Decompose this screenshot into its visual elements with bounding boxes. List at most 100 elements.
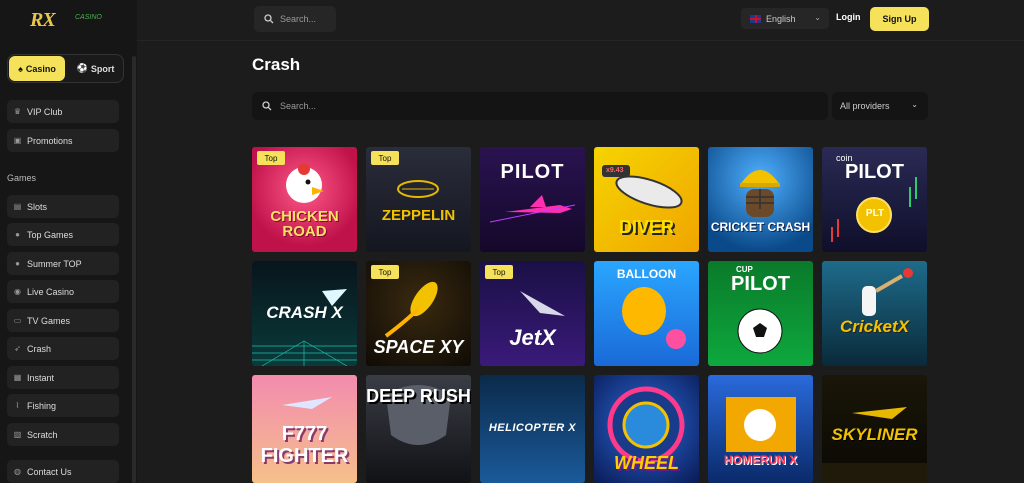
game-tile-cup-pilot[interactable]: CUP PILOT	[708, 261, 813, 366]
game-tile-cricketx[interactable]: CricketX	[822, 261, 927, 366]
nav-item-promotions[interactable]: ▣ Promotions	[7, 129, 119, 152]
game-title: PILOT	[500, 161, 565, 183]
top-badge: Top	[257, 151, 285, 165]
game-tile-crash-x[interactable]: CRASH X	[252, 261, 357, 366]
game-title: SPACE XY	[373, 337, 464, 357]
nav-item-crash[interactable]: ➶ Crash	[7, 337, 119, 360]
language-label: English	[766, 13, 796, 24]
game-tile-zeppelin[interactable]: ZEPPELIN Top	[366, 147, 471, 252]
sidebar-scrollbar[interactable]	[132, 56, 136, 483]
nav-item-label: VIP Club	[27, 106, 63, 117]
nav-item-label: Crash	[27, 343, 52, 354]
spade-icon: ♠	[18, 63, 23, 74]
nav-item-slots[interactable]: ▤ Slots	[7, 195, 119, 218]
game-tile-wheel[interactable]: WHEEL	[594, 375, 699, 483]
fish-icon: ⌇	[15, 401, 20, 410]
game-title: SKYLINER	[831, 425, 918, 444]
coin-label: PLT	[865, 208, 885, 219]
game-title: WHEEL	[614, 453, 679, 473]
game-title: F777 FIGHTER	[260, 423, 349, 467]
cricketer-art	[740, 170, 780, 217]
game-title: ZEPPELIN	[381, 207, 456, 224]
chevron-down-icon: ⌄	[911, 100, 918, 109]
game-title: HOMERUN X	[723, 453, 798, 467]
logo-text: RX	[30, 9, 56, 31]
game-title: CRASH X	[266, 303, 343, 322]
game-title: DIVER	[618, 217, 674, 237]
nav-item-label: Top Games	[27, 229, 74, 240]
game-title: CHICKEN ROAD	[270, 208, 339, 240]
casino-tab[interactable]: ♠ Casino	[9, 56, 65, 81]
nav-item-label: Summer TOP	[27, 258, 82, 269]
header-search-input[interactable]: Search...	[254, 6, 336, 32]
top-badge: Top	[371, 265, 399, 279]
language-selector[interactable]: English ⌄	[741, 8, 829, 29]
game-title: PILOT	[845, 161, 904, 183]
logo-subtitle: CASINO	[75, 14, 102, 21]
game-tile-space-xy[interactable]: SPACE XY Top	[366, 261, 471, 366]
game-tile-chicken-road[interactable]: CHICKEN ROAD Top	[252, 147, 357, 252]
nav-item-vip-club[interactable]: ♛ VIP Club	[7, 100, 119, 123]
nav-item-fishing[interactable]: ⌇ Fishing	[7, 394, 119, 417]
nav-item-label: Promotions	[27, 135, 73, 146]
nav-item-top-games[interactable]: ● Top Games	[7, 223, 119, 246]
game-tile-f777-fighter[interactable]: F777 FIGHTER	[252, 375, 357, 483]
header-divider	[137, 40, 1024, 41]
game-title: PILOT	[731, 273, 790, 295]
game-search-input[interactable]: Search...	[252, 92, 828, 120]
nav-item-summer-top[interactable]: ● Summer TOP	[7, 252, 119, 275]
nav-item-label: Slots	[27, 201, 48, 212]
ball-icon: ⚽	[76, 63, 88, 73]
casino-tab-label: Casino	[25, 63, 56, 74]
star-icon: ●	[15, 230, 20, 239]
live-icon: ◉	[14, 287, 21, 296]
game-tile-pilot[interactable]: PILOT	[480, 147, 585, 252]
game-search-placeholder: Search...	[280, 101, 317, 111]
game-tile-cricket-crash[interactable]: CRICKET CRASH	[708, 147, 813, 252]
game-title: JetX	[509, 325, 556, 350]
page-title: Crash	[252, 55, 301, 74]
sun-icon: ●	[15, 259, 20, 268]
sport-tab-label: Sport	[90, 63, 115, 74]
casino-sport-toggle: ♠ Casino ⚽ Sport	[7, 54, 124, 83]
top-badge: Top	[371, 151, 399, 165]
nav-item-scratch[interactable]: ▧ Scratch	[7, 423, 119, 446]
gift-icon: ▣	[13, 136, 22, 145]
nav-item-instant[interactable]: ▦ Instant	[7, 366, 119, 389]
game-tile-deep-rush[interactable]: DEEP RUSH	[366, 375, 471, 483]
nav-item-label: Scratch	[27, 429, 58, 440]
providers-dropdown[interactable]: All providers ⌄	[832, 92, 928, 120]
login-button[interactable]: Login	[836, 12, 861, 22]
nav-item-tv-games[interactable]: ▭ TV Games	[7, 309, 119, 332]
search-icon	[264, 14, 274, 24]
search-icon	[262, 101, 272, 111]
grid-icon: ▦	[13, 373, 22, 382]
game-tile-diver[interactable]: x9.43 DIVER	[594, 147, 699, 252]
multiplier-label: x9.43	[606, 167, 624, 174]
games-section-label: Games	[7, 173, 37, 183]
header-search-placeholder: Search...	[280, 14, 317, 24]
providers-label: All providers	[840, 101, 890, 111]
game-tile-skyliner[interactable]: SKYLINER	[822, 375, 927, 483]
sidebar: RX CASINO ♠ Casino ⚽ Sport ♛ VIP Club ▣ …	[0, 0, 137, 483]
chat-icon: ◍	[14, 467, 21, 476]
nav-item-label: TV Games	[27, 315, 71, 326]
game-title: HELICOPTER X	[488, 422, 577, 434]
game-tile-homerun-x[interactable]: HOMERUN X	[708, 375, 813, 483]
game-title: BALLOON	[616, 267, 677, 281]
game-tile-balloon[interactable]: BALLOON	[594, 261, 699, 366]
nav-item-live-casino[interactable]: ◉ Live Casino	[7, 280, 119, 303]
nav-item-label: Fishing	[27, 400, 57, 411]
crown-icon: ♛	[13, 107, 22, 116]
signup-button[interactable]: Sign Up	[870, 7, 929, 31]
tv-icon: ▭	[13, 316, 22, 325]
game-tile-coin-pilot[interactable]: coin PILOT PLT	[822, 147, 927, 252]
rocket-icon: ➶	[14, 344, 21, 353]
sport-tab[interactable]: ⚽ Sport	[68, 56, 123, 81]
uk-flag-icon	[750, 14, 761, 23]
top-badge: Top	[485, 265, 513, 279]
nav-item-contact-us[interactable]: ◍ Contact Us	[7, 460, 119, 483]
game-tile-jetx[interactable]: JetX Top	[480, 261, 585, 366]
game-tile-helicopter-x[interactable]: HELICOPTER X	[480, 375, 585, 483]
nav-item-label: Instant	[27, 372, 55, 383]
